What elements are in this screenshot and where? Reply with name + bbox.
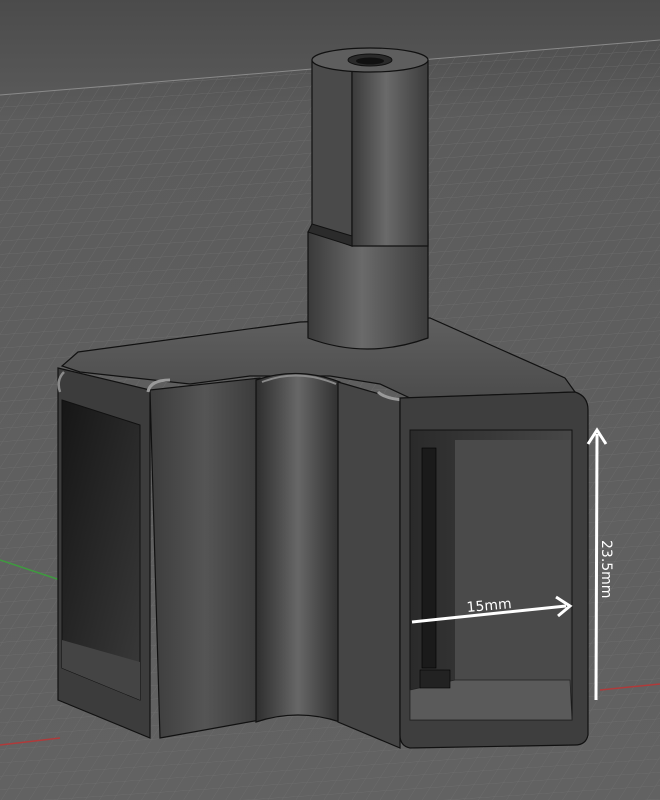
dimension-height-label: 23.5mm xyxy=(598,540,614,598)
peg-upper xyxy=(311,59,353,247)
front-face-right xyxy=(337,381,401,749)
inner-slot-notch xyxy=(419,669,451,689)
front-face-left xyxy=(149,377,261,739)
peg-upper-round xyxy=(351,59,429,247)
right-opening-back-wall xyxy=(455,440,570,680)
inner-slot xyxy=(421,447,437,669)
dimension-height-arrow xyxy=(594,433,599,701)
peg-hole-inner xyxy=(356,57,384,65)
peg-lower xyxy=(307,231,429,350)
center-groove xyxy=(255,372,341,723)
cad-viewport[interactable]: 15mm 23.5mm xyxy=(0,0,660,800)
